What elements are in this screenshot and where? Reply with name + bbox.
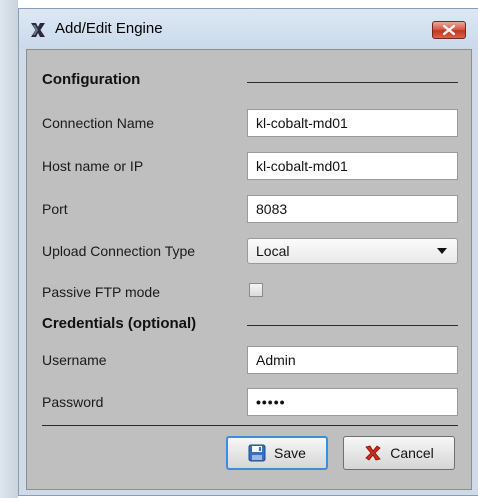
- host-label: Host name or IP: [42, 158, 144, 174]
- save-button[interactable]: Save: [226, 436, 328, 470]
- dropdown-arrow-icon: [437, 248, 447, 254]
- floppy-disk-icon: [248, 444, 266, 462]
- username-label: Username: [42, 352, 107, 368]
- save-label: Save: [274, 445, 306, 461]
- configuration-separator: [247, 82, 458, 83]
- credentials-separator: [247, 325, 458, 326]
- close-button[interactable]: [432, 21, 466, 39]
- credentials-heading: Credentials (optional): [42, 315, 197, 332]
- cancel-button[interactable]: Cancel: [343, 436, 455, 470]
- upload-type-value: Local: [256, 243, 290, 259]
- connection-name-label: Connection Name: [42, 115, 155, 131]
- cancel-label: Cancel: [390, 445, 434, 461]
- password-label: Password: [42, 394, 104, 410]
- dialog-body: Configuration Connection Name kl-cobalt-…: [26, 49, 472, 490]
- button-separator: [42, 425, 458, 426]
- background-window-edge: [0, 0, 18, 498]
- upload-type-label: Upload Connection Type: [42, 243, 196, 259]
- port-input[interactable]: 8083: [247, 195, 458, 223]
- connection-name-input[interactable]: kl-cobalt-md01: [247, 109, 458, 137]
- port-label: Port: [42, 201, 68, 217]
- upload-type-select[interactable]: Local: [247, 238, 458, 264]
- app-x-icon: [31, 23, 45, 37]
- configuration-heading: Configuration: [42, 71, 141, 88]
- window-title: Add/Edit Engine: [55, 20, 163, 37]
- add-edit-engine-dialog: Add/Edit Engine Configuration Connection…: [18, 8, 478, 496]
- passive-ftp-label: Passive FTP mode: [42, 284, 161, 300]
- passive-ftp-checkbox[interactable]: [249, 283, 263, 297]
- username-input[interactable]: Admin: [247, 346, 458, 374]
- red-x-icon: [365, 445, 381, 461]
- host-input[interactable]: kl-cobalt-md01: [247, 152, 458, 180]
- password-input[interactable]: •••••: [247, 388, 458, 416]
- title-bar[interactable]: Add/Edit Engine: [19, 9, 478, 49]
- close-icon: [443, 25, 455, 35]
